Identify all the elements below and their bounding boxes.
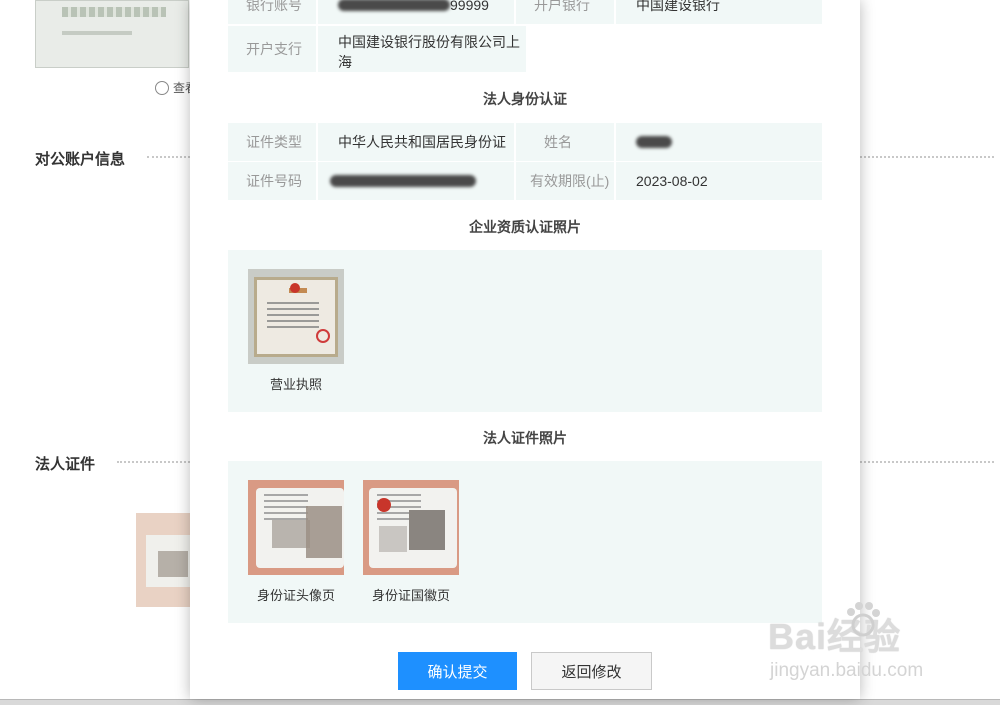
bank-name-value: 中国建设银行	[616, 0, 822, 24]
search-icon	[155, 80, 169, 95]
legal-photos-title: 法人证件照片	[483, 430, 567, 446]
id-number-row: 证件号码 有效期限(止) 2023-08-02	[228, 162, 822, 200]
masked-value	[338, 0, 450, 11]
bank-branch-text: 中国建设银行股份有限公司上海	[338, 34, 520, 70]
bank-account-row: 银行账号 99999 开户银行 中国建设银行	[228, 0, 822, 24]
account-info-heading: 对公账户信息	[35, 151, 126, 168]
divider	[147, 156, 190, 158]
divider	[860, 156, 994, 158]
id-card-thumbnail[interactable]	[136, 513, 190, 607]
bank-name-label: 开户银行	[516, 0, 616, 24]
emblem-icon	[290, 283, 300, 293]
identity-section-title: 法人身份认证	[483, 91, 567, 107]
bank-account-label: 银行账号	[228, 0, 318, 24]
confirmation-modal: 银行账号 99999 开户银行 中国建设银行 开户支行 中国建设银行股份有限公司…	[190, 0, 860, 699]
confirm-submit-button[interactable]: 确认提交	[398, 652, 517, 690]
name-label: 姓名	[516, 123, 616, 161]
id-front-image[interactable]	[248, 480, 344, 575]
masked-value	[636, 136, 672, 148]
id-number-value	[318, 162, 516, 200]
expiry-label: 有效期限(止)	[516, 162, 616, 200]
name-value	[616, 123, 822, 161]
id-type-row: 证件类型 中华人民共和国居民身份证 姓名	[228, 123, 822, 161]
company-photos-panel: 营业执照	[228, 250, 822, 412]
emblem-icon	[377, 498, 391, 512]
bank-account-value: 99999	[318, 0, 516, 24]
id-type-label: 证件类型	[228, 123, 318, 161]
business-license-caption: 营业执照	[269, 377, 322, 392]
legal-photos-panel: 身份证头像页 身份证国徽页	[228, 461, 822, 623]
business-license-item[interactable]: 营业执照	[248, 269, 344, 393]
id-type-value: 中华人民共和国居民身份证	[318, 123, 516, 161]
id-front-item[interactable]: 身份证头像页	[248, 480, 344, 604]
bank-account-visible: 99999	[450, 0, 489, 13]
id-number-label: 证件号码	[228, 162, 318, 200]
bank-branch-value: 中国建设银行股份有限公司上海	[318, 26, 526, 72]
id-back-image[interactable]	[363, 480, 459, 575]
id-back-caption: 身份证国徽页	[371, 588, 450, 603]
divider	[860, 461, 994, 463]
expiry-value: 2023-08-02	[616, 162, 822, 200]
masked-value	[330, 175, 476, 187]
divider	[117, 461, 190, 463]
seal-icon	[316, 329, 330, 343]
id-front-caption: 身份证头像页	[256, 588, 335, 603]
business-license-image[interactable]	[248, 269, 344, 364]
bank-branch-label: 开户支行	[228, 26, 318, 72]
legal-cert-heading: 法人证件	[35, 456, 96, 473]
document-thumbnail[interactable]	[35, 0, 189, 68]
id-back-item[interactable]: 身份证国徽页	[363, 480, 459, 604]
bottom-bar	[0, 699, 1000, 705]
bank-branch-row: 开户支行 中国建设银行股份有限公司上海	[228, 26, 822, 72]
company-photos-title: 企业资质认证照片	[469, 219, 581, 235]
back-edit-button[interactable]: 返回修改	[531, 652, 652, 690]
